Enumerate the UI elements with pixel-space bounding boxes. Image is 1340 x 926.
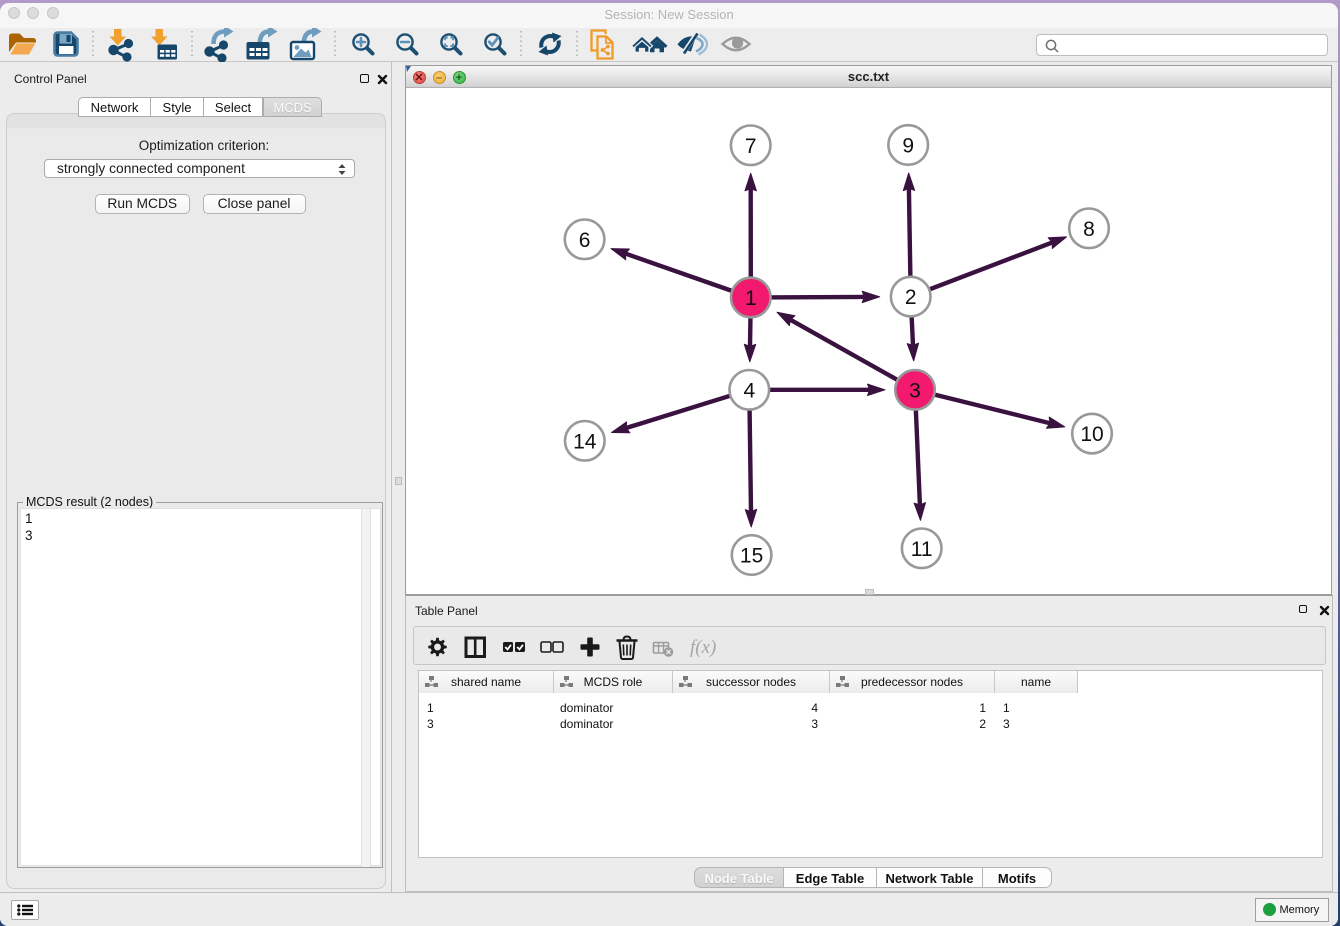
svg-text:9: 9 [902,135,914,158]
svg-text:4: 4 [743,379,755,402]
svg-text:f(x): f(x) [690,637,716,658]
svg-text:2: 2 [905,286,917,309]
svg-text:11: 11 [911,538,933,561]
svg-text:3: 3 [909,379,921,402]
svg-text:10: 10 [1080,423,1103,446]
svg-text:6: 6 [579,229,591,252]
svg-text:7: 7 [745,135,757,158]
svg-text:8: 8 [1083,218,1095,241]
svg-text:14: 14 [573,430,597,453]
svg-text:15: 15 [740,545,763,568]
svg-text:1: 1 [745,287,757,310]
